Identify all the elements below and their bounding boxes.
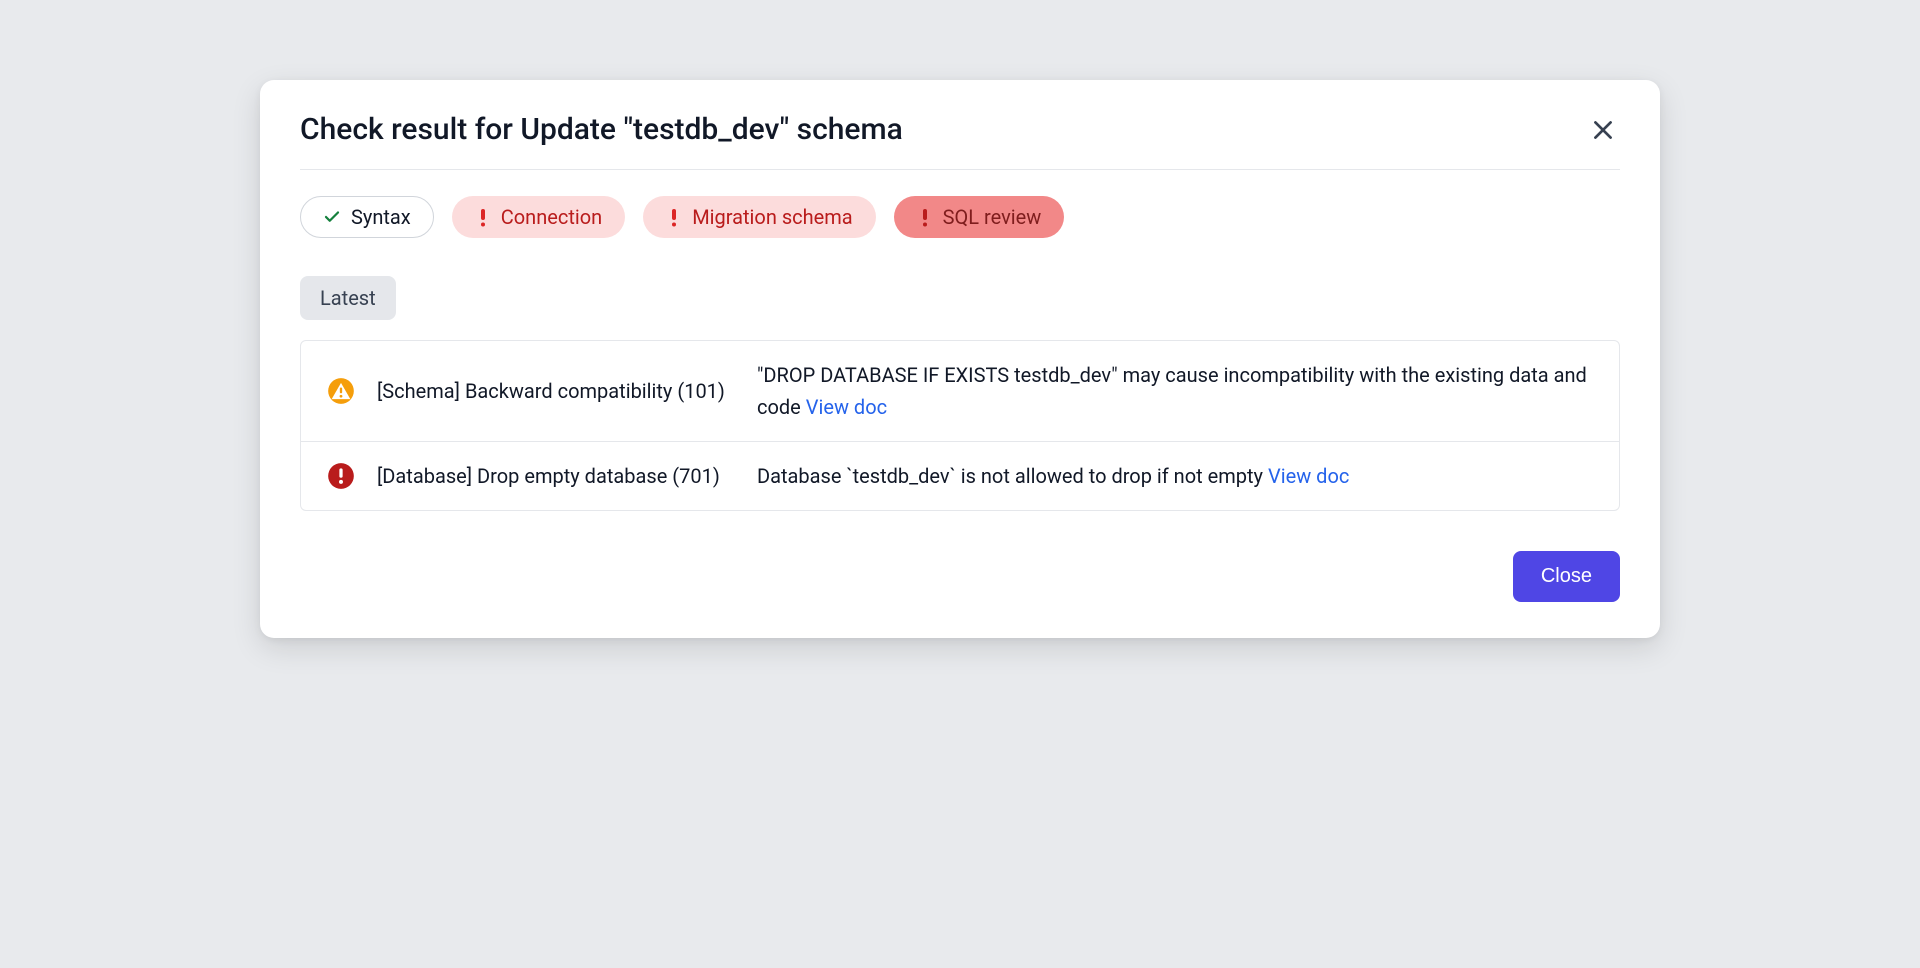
modal-footer: Close bbox=[300, 551, 1620, 602]
modal-title: Check result for Update "testdb_dev" sch… bbox=[300, 112, 903, 147]
tab-latest[interactable]: Latest bbox=[300, 276, 396, 320]
error-icon bbox=[325, 462, 357, 490]
pill-connection[interactable]: Connection bbox=[452, 196, 625, 238]
view-doc-link[interactable]: View doc bbox=[1268, 464, 1349, 488]
pill-migration-schema[interactable]: Migration schema bbox=[643, 196, 875, 238]
exclaim-icon bbox=[666, 207, 682, 227]
warning-icon bbox=[325, 377, 357, 405]
pill-sql-review[interactable]: SQL review bbox=[894, 196, 1065, 238]
close-icon[interactable] bbox=[1586, 113, 1620, 147]
result-description: Database `testdb_dev` is not allowed to … bbox=[757, 460, 1595, 492]
pill-label: Migration schema bbox=[692, 205, 852, 229]
check-result-modal: Check result for Update "testdb_dev" sch… bbox=[260, 80, 1660, 638]
result-title: [Database] Drop empty database (701) bbox=[377, 461, 737, 491]
pill-label: Connection bbox=[501, 205, 602, 229]
close-button[interactable]: Close bbox=[1513, 551, 1620, 602]
modal-header: Check result for Update "testdb_dev" sch… bbox=[300, 112, 1620, 170]
pill-syntax[interactable]: Syntax bbox=[300, 196, 434, 238]
pill-label: SQL review bbox=[943, 205, 1042, 229]
check-category-pills: Syntax Connection Migration schema SQL r… bbox=[300, 196, 1620, 238]
check-icon bbox=[323, 208, 341, 226]
exclaim-icon bbox=[917, 207, 933, 227]
result-row: [Database] Drop empty database (701) Dat… bbox=[301, 441, 1619, 510]
pill-label: Syntax bbox=[351, 205, 411, 229]
result-row: [Schema] Backward compatibility (101) "D… bbox=[301, 341, 1619, 441]
result-table: [Schema] Backward compatibility (101) "D… bbox=[300, 340, 1620, 511]
exclaim-icon bbox=[475, 207, 491, 227]
result-title: [Schema] Backward compatibility (101) bbox=[377, 376, 737, 406]
view-doc-link[interactable]: View doc bbox=[806, 395, 887, 419]
result-description: "DROP DATABASE IF EXISTS testdb_dev" may… bbox=[757, 359, 1595, 423]
